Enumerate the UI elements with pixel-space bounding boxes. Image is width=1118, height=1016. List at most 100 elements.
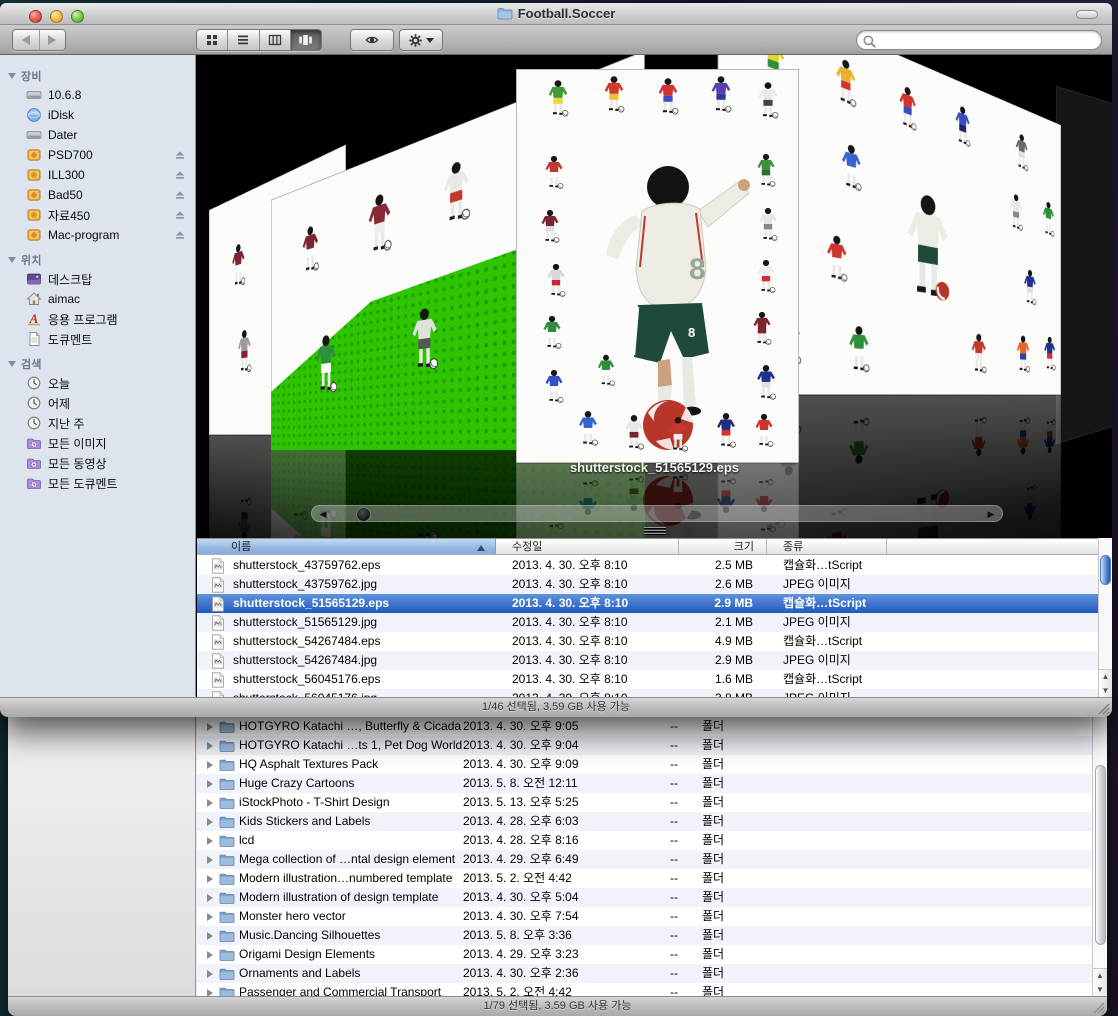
background-scrollbar-arrows[interactable]: ▲ ▼ xyxy=(1093,968,1107,996)
scrub-left-icon[interactable]: ◀ xyxy=(317,508,329,520)
scroll-down-icon[interactable]: ▼ xyxy=(1099,684,1112,698)
column-header-name[interactable]: 이름 xyxy=(197,539,496,554)
background-finder-window[interactable]: HOTGYRO Katachi …, Butterfly & Cicada 20… xyxy=(8,692,1107,1016)
scroll-down-icon[interactable]: ▼ xyxy=(1093,983,1107,997)
disclosure-triangle-icon[interactable] xyxy=(207,742,213,750)
sidebar-section-header[interactable]: 검색 xyxy=(0,355,195,373)
table-row[interactable]: shutterstock_43759762.eps 2013. 4. 30. 오… xyxy=(197,556,1098,575)
cover-flow-area[interactable]: shutterstock_51565129.eps ◀ ▶ 8888 xyxy=(197,55,1112,538)
table-row[interactable]: Kids Stickers and Labels 2013. 4. 28. 오후… xyxy=(197,812,1092,831)
table-row[interactable]: iStockPhoto - T-Shirt Design 2013. 5. 13… xyxy=(197,793,1092,812)
table-row[interactable]: HOTGYRO Katachi …, Butterfly & Cicada 20… xyxy=(197,717,1092,736)
eject-icon[interactable] xyxy=(173,188,187,202)
table-row[interactable]: Ornaments and Labels 2013. 4. 30. 오후 2:3… xyxy=(197,964,1092,983)
disclosure-triangle-icon[interactable] xyxy=(207,723,213,731)
action-menu-button[interactable] xyxy=(399,29,443,51)
scroll-up-icon[interactable]: ▲ xyxy=(1093,969,1107,983)
sidebar-item-모든-이미지[interactable]: 모든 이미지 xyxy=(0,433,195,453)
sidebar-item-bad50[interactable]: Bad50 xyxy=(0,185,195,205)
folder-proxy-icon[interactable] xyxy=(497,7,513,20)
disclosure-triangle-icon[interactable] xyxy=(207,932,213,940)
background-scrollbar[interactable]: ▲ ▼ xyxy=(1092,717,1107,996)
disclosure-triangle-icon[interactable] xyxy=(207,780,213,788)
toolbar-toggle-button[interactable] xyxy=(1076,10,1098,19)
disclosure-triangle-icon[interactable] xyxy=(207,894,213,902)
column-view-button[interactable] xyxy=(260,30,291,50)
table-row[interactable]: shutterstock_51565129.jpg 2013. 4. 30. 오… xyxy=(197,613,1098,632)
eject-icon[interactable] xyxy=(173,168,187,182)
table-row[interactable]: HOTGYRO Katachi …ts 1, Pet Dog World 201… xyxy=(197,736,1092,755)
sidebar-item-어제[interactable]: 어제 xyxy=(0,393,195,413)
icon-view-button[interactable] xyxy=(197,30,228,50)
scrub-right-icon[interactable]: ▶ xyxy=(985,508,997,520)
sidebar-item-오늘[interactable]: 오늘 xyxy=(0,373,195,393)
table-row[interactable]: Mega collection of …ntal design element … xyxy=(197,850,1092,869)
title-bar[interactable]: Football.Soccer xyxy=(0,3,1112,25)
resize-grip-icon[interactable] xyxy=(1096,701,1110,715)
list-scrollbar[interactable]: ▲ ▼ xyxy=(1098,539,1112,697)
background-scrollbar-knob[interactable] xyxy=(1095,765,1106,945)
column-header-size[interactable]: 크기 xyxy=(679,539,767,554)
disclosure-triangle-icon[interactable] xyxy=(207,875,213,883)
sidebar-item-지난-주[interactable]: 지난 주 xyxy=(0,413,195,433)
table-row[interactable]: shutterstock_54267484.jpg 2013. 4. 30. 오… xyxy=(197,651,1098,670)
sidebar-item-모든-동영상[interactable]: 모든 동영상 xyxy=(0,453,195,473)
sidebar-item-ill300[interactable]: ILL300 xyxy=(0,165,195,185)
disclosure-triangle-icon[interactable] xyxy=(207,799,213,807)
cover-flow-scrubber[interactable]: ◀ ▶ xyxy=(311,505,1003,522)
sidebar-item-데스크탑[interactable]: 데스크탑 xyxy=(0,269,195,289)
table-row[interactable]: Music.Dancing Silhouettes 2013. 5. 8. 오후… xyxy=(197,926,1092,945)
cover-flow-item-far-right[interactable] xyxy=(1056,86,1112,445)
disclosure-triangle-icon[interactable] xyxy=(207,913,213,921)
eject-icon[interactable] xyxy=(173,228,187,242)
sidebar-item-도큐멘트[interactable]: 도큐멘트 xyxy=(0,329,195,349)
sidebar-section-header[interactable]: 위치 xyxy=(0,251,195,269)
disclosure-triangle-icon[interactable] xyxy=(207,856,213,864)
disclosure-triangle-icon[interactable] xyxy=(207,970,213,978)
table-row[interactable]: Huge Crazy Cartoons 2013. 5. 8. 오전 12:11… xyxy=(197,774,1092,793)
search-field[interactable] xyxy=(856,30,1102,50)
sidebar-item-응용-프로그램[interactable]: A 응용 프로그램 xyxy=(0,309,195,329)
table-row[interactable]: HQ Asphalt Textures Pack 2013. 4. 30. 오후… xyxy=(197,755,1092,774)
table-row[interactable]: Modern illustration of design template 2… xyxy=(197,888,1092,907)
sidebar-item-mac-program[interactable]: Mac-program xyxy=(0,225,195,245)
sidebar-item-dater[interactable]: Dater xyxy=(0,125,195,145)
back-button[interactable] xyxy=(13,30,40,50)
table-row[interactable]: shutterstock_51565129.eps 2013. 4. 30. 오… xyxy=(197,594,1098,613)
disclosure-triangle-icon[interactable] xyxy=(207,818,213,826)
forward-button[interactable] xyxy=(40,30,66,50)
disclosure-triangle-icon[interactable] xyxy=(207,989,213,997)
table-row[interactable]: Origami Design Elements 2013. 4. 29. 오후 … xyxy=(197,945,1092,964)
scrub-knob[interactable] xyxy=(356,507,371,522)
table-row[interactable]: lcd 2013. 4. 28. 오후 8:16 -- 폴더 xyxy=(197,831,1092,850)
sidebar-item-모든-도큐멘트[interactable]: 모든 도큐멘트 xyxy=(0,473,195,493)
coverflow-view-button[interactable] xyxy=(291,30,321,50)
sidebar-item-aimac[interactable]: aimac xyxy=(0,289,195,309)
pane-resize-handle[interactable] xyxy=(644,525,666,536)
sidebar-item-idisk[interactable]: iDisk xyxy=(0,105,195,125)
table-row[interactable]: shutterstock_54267484.eps 2013. 4. 30. 오… xyxy=(197,632,1098,651)
column-header-kind[interactable]: 종류 xyxy=(767,539,887,554)
resize-grip-icon[interactable] xyxy=(1091,1000,1105,1014)
table-row[interactable]: Monster hero vector 2013. 4. 30. 오후 7:54… xyxy=(197,907,1092,926)
list-view-button[interactable] xyxy=(228,30,259,50)
quick-look-button[interactable] xyxy=(350,29,394,51)
table-row[interactable]: Passenger and Commercial Transport 2013.… xyxy=(197,983,1092,996)
eject-icon[interactable] xyxy=(173,208,187,222)
table-row[interactable]: Modern illustration…numbered template 20… xyxy=(197,869,1092,888)
list-scrollbar-arrows[interactable]: ▲ ▼ xyxy=(1099,669,1112,697)
sidebar-section-header[interactable]: 장비 xyxy=(0,67,195,85)
sidebar-item-10.6.8[interactable]: 10.6.8 xyxy=(0,85,195,105)
eject-icon[interactable] xyxy=(173,148,187,162)
sidebar-item-psd700[interactable]: PSD700 xyxy=(0,145,195,165)
list-scrollbar-knob[interactable] xyxy=(1100,555,1111,585)
disclosure-triangle-icon[interactable] xyxy=(207,951,213,959)
disclosure-triangle-icon[interactable] xyxy=(207,837,213,845)
table-row[interactable]: shutterstock_43759762.jpg 2013. 4. 30. 오… xyxy=(197,575,1098,594)
table-row[interactable]: shutterstock_56045176.eps 2013. 4. 30. 오… xyxy=(197,670,1098,689)
column-header-date[interactable]: 수정일 xyxy=(496,539,679,554)
sidebar-item-자료450[interactable]: 자료450 xyxy=(0,205,195,225)
search-input[interactable] xyxy=(881,32,1095,48)
scroll-up-icon[interactable]: ▲ xyxy=(1099,670,1112,684)
disclosure-triangle-icon[interactable] xyxy=(207,761,213,769)
